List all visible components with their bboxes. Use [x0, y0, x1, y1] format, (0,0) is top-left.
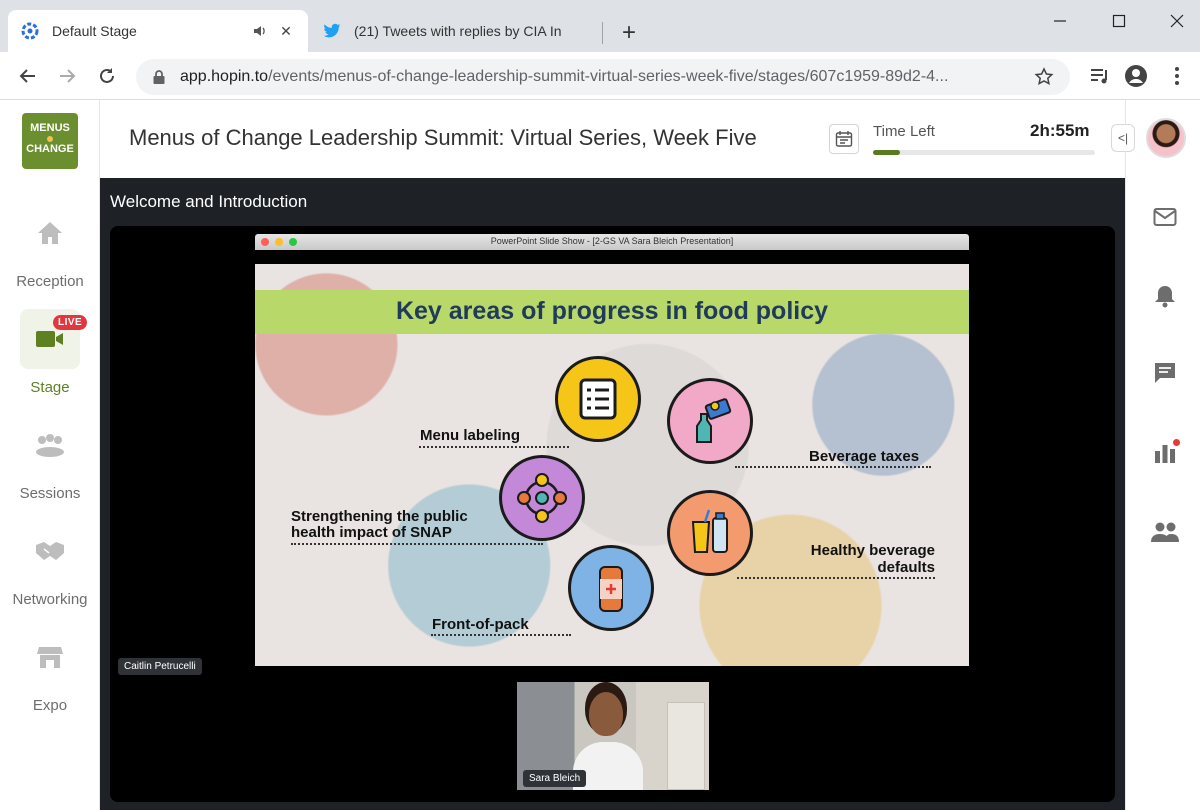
slide-label-front-of-pack: Front-of-pack: [432, 616, 529, 633]
back-arrow-icon[interactable]: [14, 62, 42, 90]
nav-item-expo[interactable]: Expo: [0, 627, 100, 723]
media-control-icon[interactable]: [1086, 62, 1114, 90]
slide-title: Key areas of progress in food policy: [395, 297, 829, 325]
tab-default-stage[interactable]: Default Stage ✕: [8, 10, 308, 52]
logo-line-2: CHANGE: [26, 143, 74, 155]
browser-tabstrip: Default Stage ✕ (21) Tweets with replies…: [0, 0, 1200, 52]
time-left-value: 2h:55m: [1030, 121, 1090, 140]
group-icon: [20, 415, 80, 475]
time-progress-fill: [873, 150, 900, 155]
slide-label-snap-line-2: health impact of SNAP: [291, 524, 452, 541]
speaker-icon[interactable]: [250, 21, 270, 41]
logo-line-1: MENUS: [30, 122, 70, 134]
soda-bottle-tax-icon: [667, 378, 753, 464]
powerpoint-window-bar: PowerPoint Slide Show - [2-GS VA Sara Bl…: [255, 234, 969, 250]
stage-area: Welcome and Introduction PowerPoint Slid…: [100, 178, 1125, 810]
url-path: /events/menus-of-change-leadership-summi…: [268, 68, 949, 85]
people-icon[interactable]: [1150, 517, 1180, 547]
tab-title: Default Stage: [52, 23, 137, 39]
dotted-leader-line: [737, 577, 935, 579]
url-host: app.hopin.to: [180, 68, 269, 85]
tab-separator: [602, 22, 603, 44]
forward-arrow-icon[interactable]: [53, 62, 81, 90]
nav-label: Networking: [12, 591, 88, 608]
collapse-panel-button[interactable]: <|: [1111, 124, 1135, 152]
slide-label-defaults-line-2: defaults: [877, 559, 935, 576]
mail-icon[interactable]: [1150, 202, 1180, 232]
time-left-label: Time Left: [873, 123, 935, 140]
camera-name-tag: Sara Bleich: [523, 770, 587, 787]
event-header: Menus of Change Leadership Summit: Virtu…: [100, 100, 1125, 178]
left-navigation: MENUS CHANGE Reception LIVE Stage Sessio…: [0, 100, 100, 810]
minimize-icon[interactable]: [1045, 6, 1075, 36]
presentation-slide: Key areas of progress in food policy Men…: [255, 264, 969, 666]
event-title: Menus of Change Leadership Summit: Virtu…: [129, 125, 757, 150]
nav-item-reception[interactable]: Reception: [0, 203, 100, 299]
new-tab-button[interactable]: +: [616, 19, 642, 46]
close-window-icon[interactable]: [1162, 6, 1192, 36]
maximize-icon[interactable]: [1104, 6, 1134, 36]
logo-dot: [47, 136, 53, 142]
background-door: [667, 702, 705, 790]
powerpoint-window-title: PowerPoint Slide Show - [2-GS VA Sara Bl…: [490, 236, 734, 246]
poll-chart-icon[interactable]: [1150, 437, 1180, 467]
nav-item-sessions[interactable]: Sessions: [0, 415, 100, 511]
kebab-menu-icon[interactable]: [1163, 62, 1191, 90]
menu-list-icon: [555, 356, 641, 442]
dotted-leader-line: [291, 543, 543, 545]
right-rail: <|: [1111, 100, 1200, 810]
nav-item-stage[interactable]: LIVE Stage: [0, 309, 100, 405]
notification-dot: [1173, 439, 1180, 446]
bookmark-star-icon[interactable]: [1034, 67, 1054, 87]
nav-item-networking[interactable]: Networking: [0, 521, 100, 617]
slide-label-menu-labeling: Menu labeling: [420, 427, 521, 444]
dotted-leader-line: [431, 634, 571, 636]
time-progress-bar: [873, 150, 1095, 155]
video-area[interactable]: PowerPoint Slide Show - [2-GS VA Sara Bl…: [110, 226, 1115, 802]
dotted-leader-line: [419, 446, 569, 448]
hopin-favicon-icon: [20, 21, 40, 41]
url-text: app.hopin.to/events/menus-of-change-lead…: [180, 68, 1034, 86]
lock-icon: [152, 69, 168, 85]
food-package-icon: [568, 545, 654, 631]
slide-label-snap-line-1: Strengthening the public: [291, 508, 468, 525]
speaker-camera-feed[interactable]: Sara Bleich: [517, 682, 709, 790]
bell-icon[interactable]: [1150, 281, 1180, 311]
healthy-drinks-icon: [667, 490, 753, 576]
community-network-icon: [499, 455, 585, 541]
tab-title: (21) Tweets with replies by CIA In: [354, 23, 562, 39]
menus-of-change-logo[interactable]: MENUS CHANGE: [22, 113, 78, 169]
speaker-head: [589, 692, 623, 736]
presenter-name-tag: Caitlin Petrucelli: [118, 658, 202, 675]
nav-label: Stage: [30, 379, 70, 396]
slide-label-beverage-taxes: Beverage taxes: [809, 448, 920, 465]
calendar-icon[interactable]: [829, 124, 859, 154]
dotted-leader-line: [735, 466, 931, 468]
segment-title: Welcome and Introduction: [110, 192, 308, 211]
address-bar[interactable]: app.hopin.to/events/menus-of-change-lead…: [136, 59, 1070, 95]
chat-icon[interactable]: [1150, 358, 1180, 388]
nav-label: Expo: [32, 697, 68, 714]
nav-label: Sessions: [19, 485, 81, 502]
reload-icon[interactable]: [93, 62, 121, 90]
twitter-bird-icon: [322, 21, 342, 41]
nav-label: Reception: [16, 273, 84, 290]
avatar[interactable]: [1146, 118, 1186, 158]
booth-icon: [20, 627, 80, 687]
tab-twitter[interactable]: (21) Tweets with replies by CIA In: [310, 10, 600, 52]
handshake-icon: [20, 521, 80, 581]
slide-label-defaults-line-1: Healthy beverage: [810, 542, 935, 559]
live-badge: LIVE: [53, 315, 88, 330]
home-icon: [20, 203, 80, 263]
close-tab-icon[interactable]: ✕: [276, 21, 296, 41]
browser-toolbar: app.hopin.to/events/menus-of-change-lead…: [0, 52, 1200, 100]
profile-icon[interactable]: [1122, 62, 1150, 90]
